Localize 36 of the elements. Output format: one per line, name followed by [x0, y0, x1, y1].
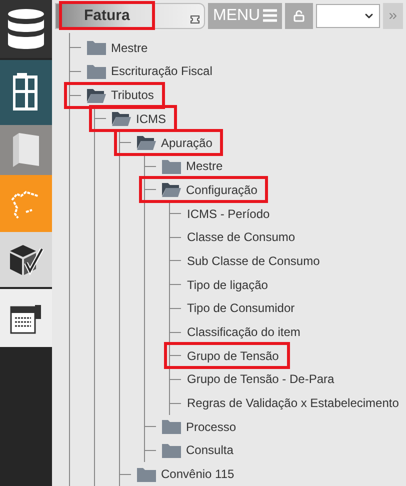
tree-item[interactable]: Tipo de ligação: [187, 276, 268, 294]
tree-item[interactable]: Classificação do item: [187, 323, 300, 342]
tree-item[interactable]: Sub Classe de Consumo: [187, 252, 320, 270]
tree-item[interactable]: ICMS - Período: [187, 204, 270, 223]
tree-item[interactable]: Escrituração Fiscal: [111, 62, 212, 80]
box-check-icon-tile[interactable]: [0, 232, 52, 287]
tree-item[interactable]: Grupo de Tensão - De-Para: [187, 370, 334, 388]
building-icon: [13, 72, 39, 112]
tree-item[interactable]: ICMS: [136, 110, 166, 128]
tree-item[interactable]: Tipo de Consumidor: [187, 299, 295, 318]
tree-item[interactable]: Consulta: [186, 441, 234, 460]
database-icon-tile[interactable]: [0, 0, 52, 58]
tree-item[interactable]: Mestre: [186, 157, 223, 176]
tree-item[interactable]: Regras de Validação x Estabelecimento: [187, 394, 399, 412]
tree-item[interactable]: Apuração: [161, 134, 212, 152]
tree-item[interactable]: Tributos: [111, 86, 154, 104]
menu-icon: [263, 9, 278, 22]
lock-button[interactable]: [285, 2, 314, 29]
database-icon: [7, 8, 45, 50]
ticket-icon: [190, 14, 200, 24]
tree-item[interactable]: Classe de Consumo: [187, 228, 296, 246]
book-icon: [11, 131, 41, 169]
tree-item[interactable]: Mestre: [111, 38, 148, 57]
tree-item[interactable]: Processo: [186, 418, 236, 436]
tree-item[interactable]: Configuração: [186, 180, 258, 199]
expand-button[interactable]: [383, 2, 404, 29]
building-icon-tile[interactable]: [0, 60, 52, 125]
select-field[interactable]: [316, 4, 380, 28]
module-tab[interactable]: Fatura: [55, 2, 205, 29]
map-icon-tile[interactable]: [0, 175, 52, 232]
box-check-icon: [8, 242, 44, 276]
lock-icon: [293, 10, 306, 22]
tree-item[interactable]: Grupo de Tensão: [187, 346, 279, 365]
tree-item[interactable]: Convênio 115: [161, 465, 234, 484]
document-icon-tile[interactable]: [0, 289, 52, 347]
book-icon-tile[interactable]: [0, 125, 52, 175]
